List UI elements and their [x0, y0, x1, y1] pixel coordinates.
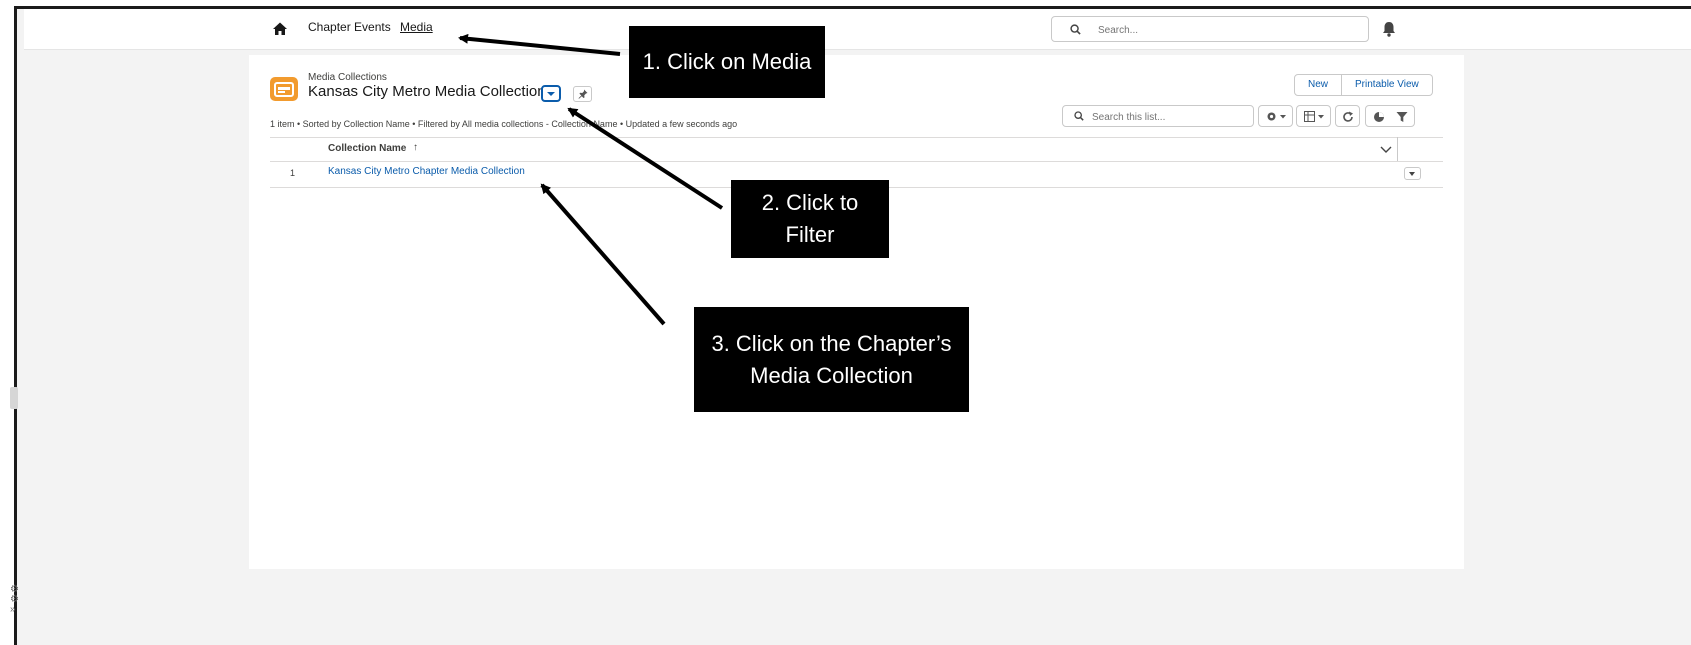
table-header-border [270, 161, 1443, 162]
top-navigation-bar: Chapter Events Media [24, 9, 1691, 50]
global-search-input[interactable] [1096, 20, 1360, 40]
list-view-title: Kansas City Metro Media Collection [308, 83, 546, 100]
chart-icon[interactable] [1373, 111, 1385, 123]
column-header-collection-name[interactable]: Collection Name [328, 143, 406, 154]
display-as-button[interactable] [1296, 105, 1331, 127]
search-icon [1074, 111, 1084, 121]
nav-item-chapter-events[interactable]: Chapter Events [308, 20, 391, 34]
charts-filters-group [1365, 105, 1415, 127]
annotation-step-1: 1. Click on Media [629, 26, 825, 98]
list-view-metadata: 1 item • Sorted by Collection Name • Fil… [270, 119, 738, 129]
chevron-down-icon[interactable] [1380, 144, 1392, 154]
column-divider[interactable] [1397, 137, 1398, 161]
media-collection-link[interactable]: Kansas City Metro Chapter Media Collecti… [328, 166, 525, 177]
search-icon [1070, 24, 1081, 35]
side-resize-handle[interactable] [10, 387, 18, 409]
object-type-label: Media Collections [308, 72, 387, 83]
printable-view-button[interactable]: Printable View [1342, 74, 1433, 96]
refresh-button[interactable] [1335, 105, 1360, 127]
row-actions-button[interactable] [1404, 167, 1421, 180]
table-top-border [270, 137, 1443, 138]
filter-icon[interactable] [1396, 111, 1408, 123]
annotation-step-2: 2. Click to Filter [731, 180, 889, 258]
bell-icon[interactable] [1380, 20, 1398, 38]
list-view-picker-button[interactable] [541, 85, 561, 102]
row-number: 1 [290, 168, 296, 178]
sort-ascending-icon[interactable]: ↑ [413, 142, 418, 153]
side-panel-icons: ⚙ ⚙» [10, 584, 19, 615]
annotation-step-3: 3. Click on the Chapter’s Media Collecti… [694, 307, 969, 412]
list-search-box[interactable] [1062, 105, 1254, 127]
table-icon [1304, 111, 1324, 122]
header-button-group: New Printable View [1294, 74, 1433, 96]
global-search-box[interactable] [1051, 16, 1369, 42]
refresh-icon [1343, 111, 1353, 122]
media-collection-object-icon [270, 77, 298, 101]
home-icon[interactable] [272, 21, 288, 37]
list-search-input[interactable] [1090, 108, 1252, 126]
pin-icon [578, 89, 588, 99]
nav-item-media[interactable]: Media [400, 20, 433, 34]
pin-list-view-button[interactable] [573, 86, 592, 102]
list-view-controls-button[interactable] [1258, 105, 1293, 127]
gear-icon [1267, 112, 1286, 121]
new-button[interactable]: New [1294, 74, 1343, 96]
